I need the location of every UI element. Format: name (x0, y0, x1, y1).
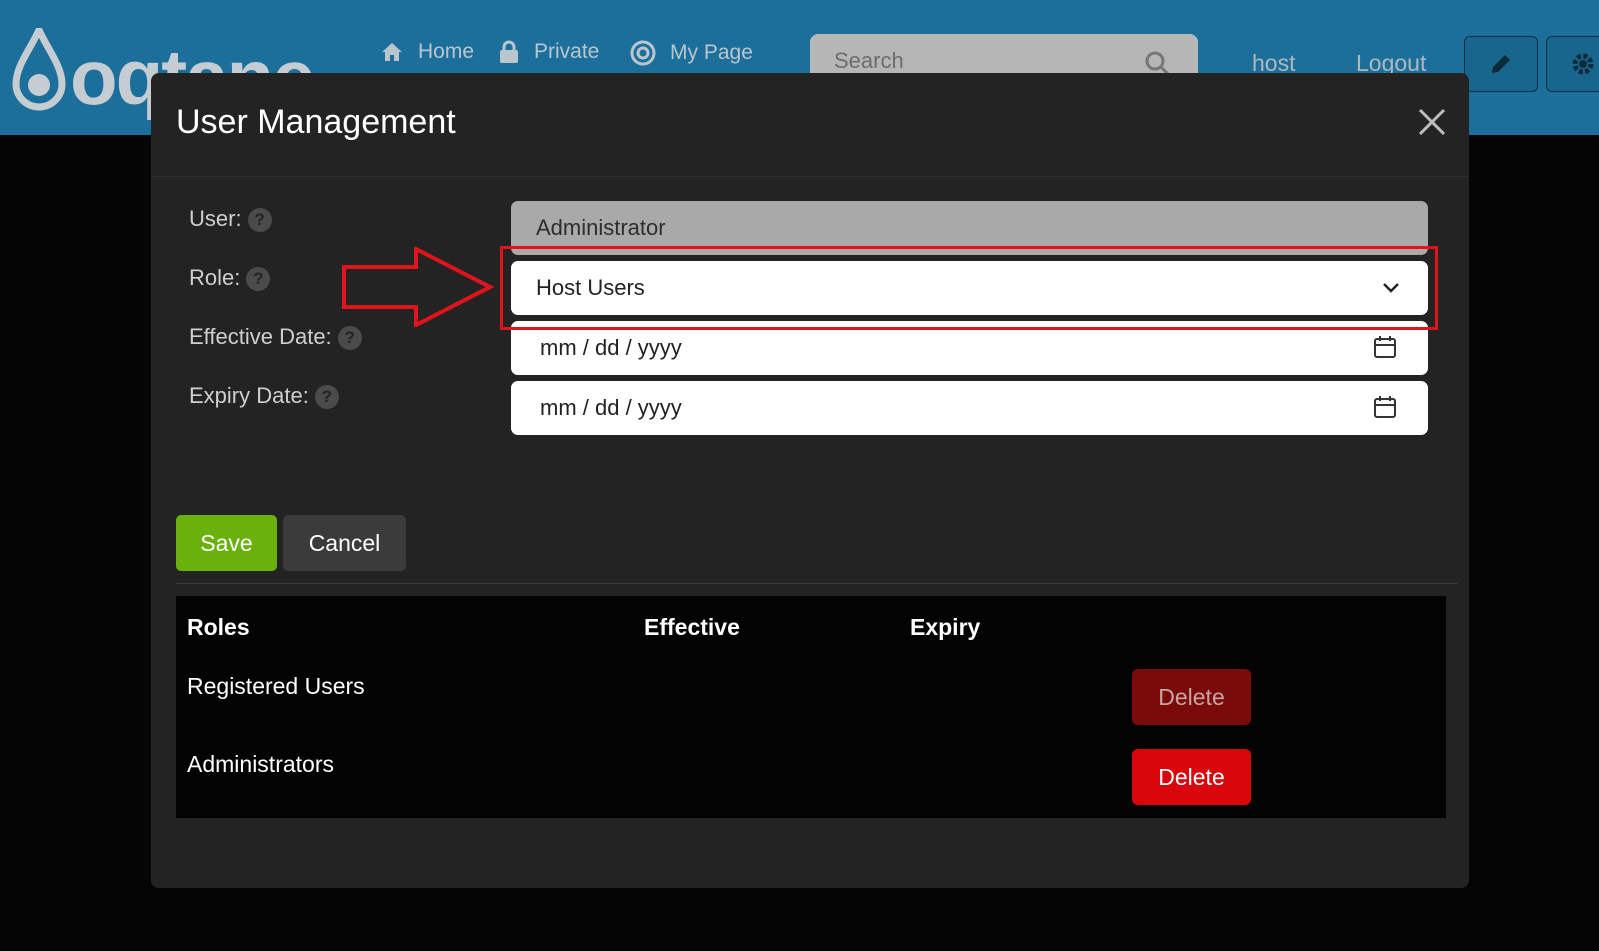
effective-date-label: Effective Date: ? (189, 323, 362, 350)
delete-button[interactable]: Delete (1132, 749, 1251, 805)
user-management-modal: User Management User: ? Role: ? Effectiv… (151, 73, 1469, 888)
calendar-icon[interactable] (1373, 395, 1397, 419)
user-roles-table: Roles Effective Expiry Registered Users … (176, 596, 1446, 818)
logo-drop-icon (12, 28, 66, 111)
expiry-date-value: mm / dd / yyyy (540, 395, 682, 420)
delete-button-disabled: Delete (1132, 669, 1251, 725)
nav-private[interactable]: Private (498, 40, 599, 64)
home-icon (382, 43, 402, 61)
gear-icon (1572, 53, 1594, 75)
settings-button[interactable] (1546, 36, 1599, 92)
role-name: Registered Users (187, 673, 365, 699)
close-icon[interactable] (1417, 107, 1447, 137)
calendar-icon[interactable] (1373, 335, 1397, 359)
nav-private-label: Private (534, 40, 600, 63)
edit-mode-button[interactable] (1464, 36, 1538, 92)
effective-date-value: mm / dd / yyyy (540, 335, 682, 360)
lock-icon (500, 40, 518, 63)
nav-home-label: Home (418, 40, 475, 63)
user-field-value: Administrator (536, 215, 666, 240)
modal-header: User Management (151, 73, 1469, 177)
divider (176, 583, 1458, 584)
role-name: Administrators (187, 751, 334, 777)
help-icon[interactable]: ? (246, 267, 271, 291)
column-header-roles: Roles (187, 614, 250, 640)
nav-mypage-label: My Page (670, 41, 753, 64)
expiry-date-label: Expiry Date: ? (189, 382, 339, 409)
column-header-effective: Effective (644, 614, 740, 640)
nav-mypage[interactable]: My Page (630, 40, 753, 66)
role-label-text: Role: (189, 264, 241, 290)
save-button[interactable]: Save (176, 515, 277, 571)
help-icon[interactable]: ? (247, 208, 272, 232)
role-label: Role: ? (189, 264, 271, 291)
help-icon[interactable]: ? (337, 326, 362, 350)
role-highlight-box (500, 246, 1438, 330)
effective-date-label-text: Effective Date: (189, 323, 332, 349)
user-label-text: User: (189, 205, 242, 231)
annotation-arrow-icon (342, 247, 494, 327)
expiry-date-input[interactable]: mm / dd / yyyy (511, 381, 1428, 435)
expiry-date-label-text: Expiry Date: (189, 382, 309, 408)
target-icon (630, 40, 656, 66)
user-label: User: ? (189, 205, 272, 232)
nav-home[interactable]: Home (380, 40, 474, 64)
modal-title: User Management (176, 103, 456, 141)
search-placeholder: Search (834, 48, 904, 73)
cancel-button[interactable]: Cancel (283, 515, 406, 571)
help-icon[interactable]: ? (314, 385, 339, 409)
column-header-expiry: Expiry (910, 614, 981, 640)
pencil-icon (1492, 55, 1510, 73)
